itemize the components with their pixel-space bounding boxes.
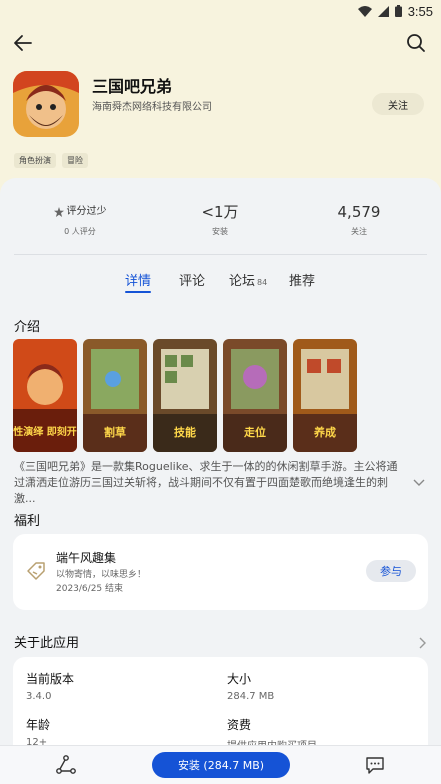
tab-forum-label: 论坛	[229, 274, 256, 289]
size-info: 大小 284.7 MB	[227, 670, 274, 702]
developer-name[interactable]: 海南舜杰网络科技有限公司	[92, 98, 212, 113]
screenshot-1[interactable]: 魔性演绎 即刻开战	[13, 339, 77, 452]
back-button[interactable]	[10, 30, 36, 56]
installs-stat: <1万 安装	[160, 202, 280, 237]
benefit-end-date: 2023/6/25 结束	[56, 584, 124, 594]
follow-button[interactable]: 关注	[372, 93, 424, 115]
size-value: 284.7 MB	[227, 691, 275, 702]
arrow-left-icon	[14, 35, 32, 51]
wifi-icon	[357, 5, 372, 17]
intro-title: 介绍	[14, 320, 41, 335]
search-button[interactable]	[403, 30, 429, 56]
benefit-title: 端午风趣集	[56, 551, 117, 565]
screenshot-carousel[interactable]: 魔性演绎 即刻开战 割草 技能	[13, 339, 357, 452]
follows-value: 4,579	[337, 203, 381, 221]
divider	[14, 254, 427, 255]
screenshot-4[interactable]: 走位	[223, 339, 287, 452]
share-button[interactable]	[55, 754, 77, 776]
version-label: 当前版本	[26, 672, 75, 686]
version-info: 当前版本 3.4.0	[26, 670, 74, 702]
benefit-card[interactable]: 端午风趣集 以物寄情，以味思乡！ 2023/6/25 结束 参与	[13, 534, 428, 610]
benefits-title: 福利	[14, 514, 41, 529]
star-icon	[53, 207, 64, 217]
app-name: 三国吧兄弟	[92, 77, 173, 96]
installs-label: 安装	[212, 227, 228, 236]
comment-icon	[366, 757, 384, 774]
age-label: 年龄	[26, 718, 51, 732]
comment-button[interactable]	[364, 754, 386, 776]
screenshot-2[interactable]: 割草	[83, 339, 147, 452]
rating-stat: 评分过少 0 人评分	[20, 202, 140, 237]
search-icon	[407, 34, 425, 52]
rating-count: 0 人评分	[64, 227, 96, 236]
screenshot-1-caption: 魔性演绎 即刻开战	[13, 425, 77, 438]
tag-adventure[interactable]: 冒险	[62, 153, 88, 168]
app-icon	[13, 71, 79, 137]
about-more-button[interactable]	[417, 635, 427, 654]
screenshot-3[interactable]: 技能	[153, 339, 217, 452]
benefit-subtitle: 以物寄情，以味思乡！	[56, 570, 147, 580]
stats-row: 评分过少 0 人评分 <1万 安装 4,579 关注	[0, 202, 441, 242]
battery-icon	[394, 5, 402, 17]
screenshot-4-caption: 走位	[243, 425, 266, 439]
expand-description-button[interactable]	[411, 475, 427, 489]
chevron-down-icon	[413, 479, 425, 486]
age-info: 年龄 12+	[26, 716, 50, 748]
tag-role-playing[interactable]: 角色扮演	[14, 153, 56, 168]
content-sheet: 评分过少 0 人评分 <1万 安装 4,579 关注 详情 评论 论坛 84 推荐…	[0, 178, 441, 784]
share-icon	[56, 755, 76, 774]
tab-recommend[interactable]: 推荐	[289, 270, 315, 289]
gift-tag-icon	[25, 560, 47, 582]
installs-value: <1万	[201, 203, 239, 221]
follows-stat: 4,579 关注	[299, 202, 419, 237]
join-button[interactable]: 参与	[366, 560, 416, 582]
bottom-action-bar: 安装 (284.7 MB)	[0, 745, 441, 784]
screenshot-3-caption: 技能	[174, 425, 196, 439]
tab-indicator	[125, 291, 151, 293]
tab-forum[interactable]: 论坛 84	[229, 270, 267, 289]
status-time: 3:55	[407, 3, 433, 19]
screenshot-2-caption: 割草	[104, 425, 126, 439]
about-title[interactable]: 关于此应用	[14, 632, 79, 651]
install-button[interactable]: 安装 (284.7 MB)	[152, 752, 290, 778]
chevron-right-icon	[419, 637, 426, 649]
app-info-card: 当前版本 3.4.0 大小 284.7 MB 年龄 12+ 资费 提供应用内购买…	[13, 657, 428, 757]
tab-forum-count: 84	[257, 278, 268, 287]
tab-bar: 详情 评论 论坛 84 推荐	[0, 270, 441, 296]
status-bar: 3:55	[0, 0, 441, 22]
rating-label: 评分过少	[66, 206, 107, 217]
screenshot-5[interactable]: 养成	[293, 339, 357, 452]
follows-label: 关注	[351, 227, 367, 236]
signal-icon	[377, 5, 389, 17]
tag-list: 角色扮演 冒险	[14, 153, 88, 168]
tab-details[interactable]: 详情	[125, 270, 151, 289]
tab-reviews[interactable]: 评论	[179, 270, 205, 289]
screenshot-5-caption: 养成	[313, 425, 336, 439]
fee-label: 资费	[227, 718, 252, 732]
version-value: 3.4.0	[26, 691, 52, 702]
app-description: 《三国吧兄弟》是一款集Roguelike、求生于一体的的休闲割草手游。主公将通过…	[14, 460, 398, 505]
size-label: 大小	[227, 672, 252, 686]
top-bar	[0, 30, 441, 56]
